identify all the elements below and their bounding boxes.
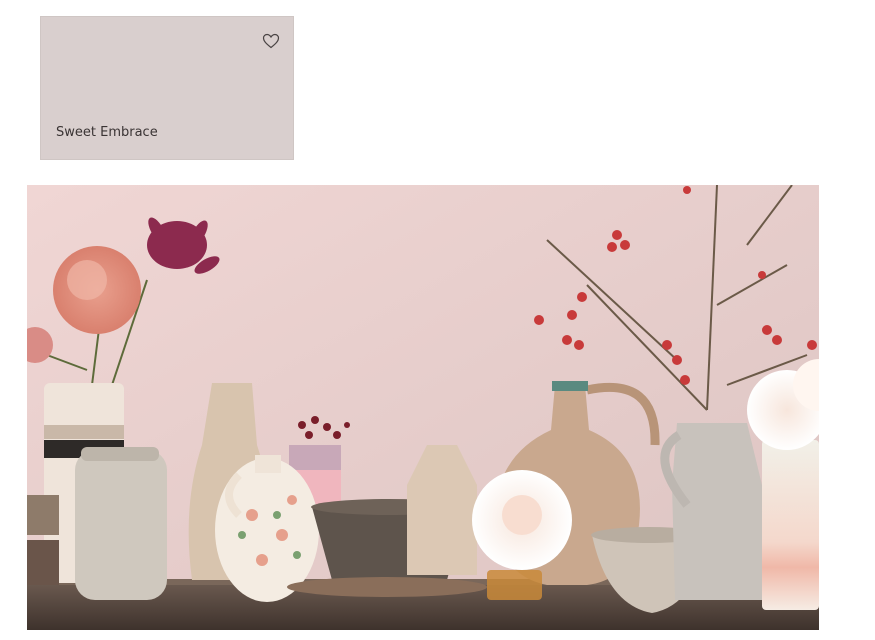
color-swatch-card[interactable]: Sweet Embrace [40, 16, 294, 160]
room-photo [27, 185, 819, 630]
favorite-button[interactable] [261, 31, 281, 51]
heart-icon [262, 33, 280, 49]
swatch-name: Sweet Embrace [56, 125, 158, 140]
